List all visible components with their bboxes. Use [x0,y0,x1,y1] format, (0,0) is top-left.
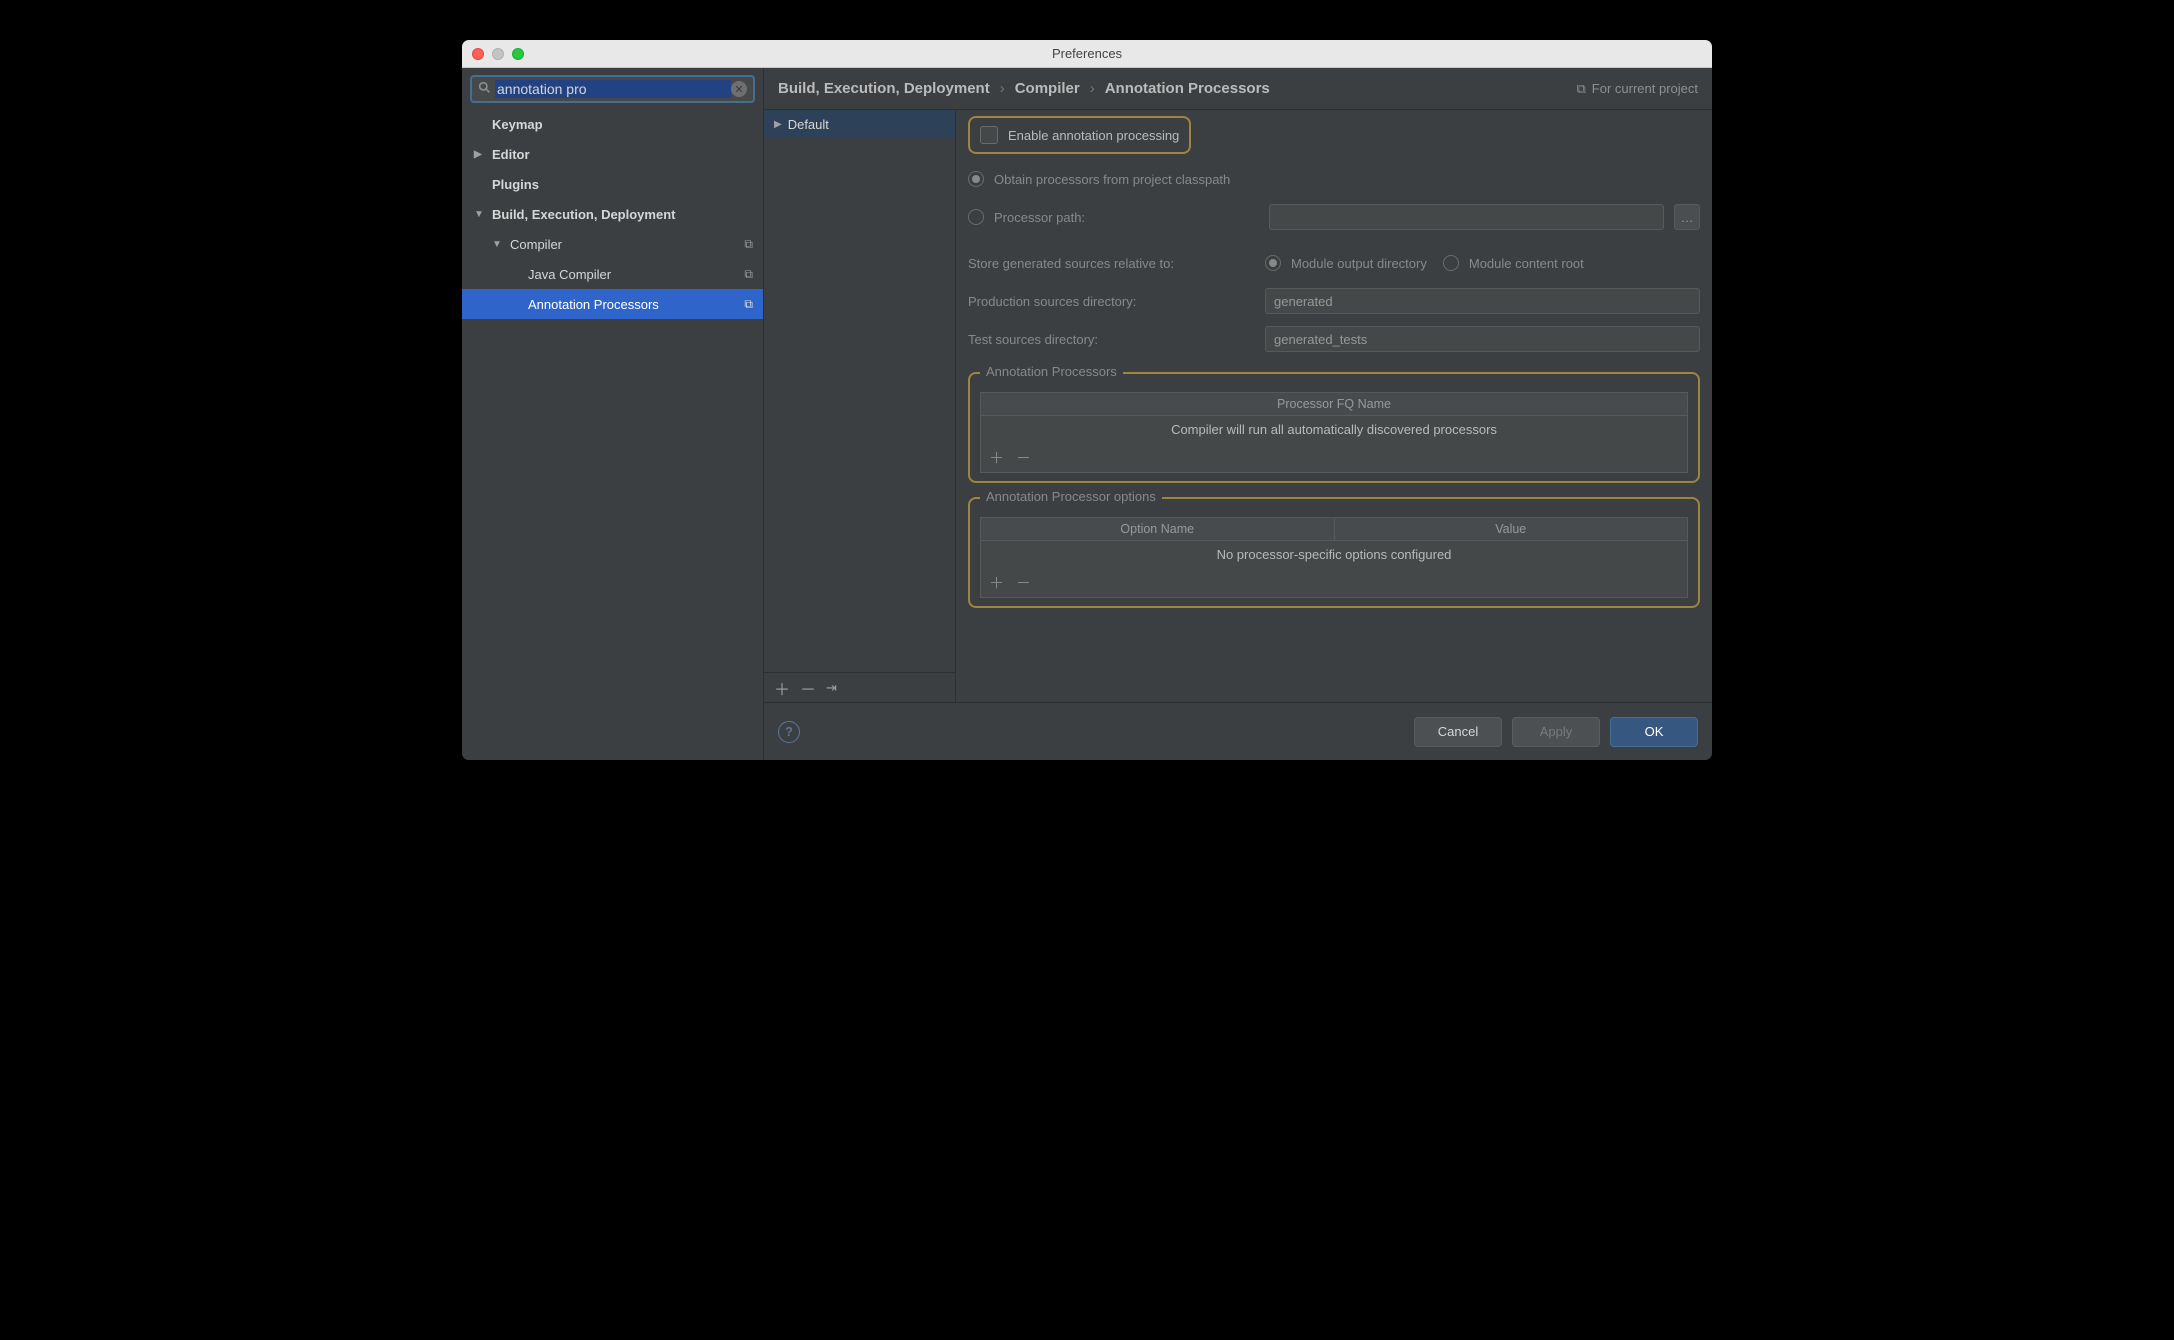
processor-path-field[interactable] [1269,204,1664,230]
options-empty-text: No processor-specific options configured [981,541,1687,568]
enable-annotation-processing-checkbox[interactable] [980,126,998,144]
breadcrumb-item[interactable]: Compiler [1015,80,1080,97]
dialog-footer: ? Cancel Apply OK [764,702,1712,760]
content-row: ▶ Default ＋ － ⇥ Enable annotation proces… [764,110,1712,702]
breadcrumb-item[interactable]: Build, Execution, Deployment [778,80,990,97]
processor-path-row: Processor path: … [968,198,1700,236]
radio-label: Processor path: [994,210,1259,225]
window-minimize-button[interactable] [492,48,504,60]
chevron-right-icon: › [1000,80,1005,97]
fieldset-legend: Annotation Processor options [980,489,1162,504]
module-content-radio[interactable] [1443,255,1459,271]
tree-item-build-execution-deployment[interactable]: ▼ Build, Execution, Deployment [462,199,763,229]
search-box[interactable]: ✕ [470,75,755,103]
radio-label: Obtain processors from project classpath [994,172,1230,187]
profile-item-default[interactable]: ▶ Default [764,110,955,138]
breadcrumb-item-current: Annotation Processors [1105,80,1270,97]
search-input[interactable] [495,80,731,98]
chevron-down-icon: ▼ [474,209,492,220]
preferences-window: Preferences ✕ ▶ Keymap ▶ [462,40,1712,760]
tree-item-editor[interactable]: ▶ Editor [462,139,763,169]
search-icon [478,81,491,97]
move-to-button[interactable]: ⇥ [826,680,837,696]
apply-button[interactable]: Apply [1512,717,1600,747]
settings-tree: ▶ Keymap ▶ Editor ▶ Plugins ▼ Build, Exe… [462,109,763,760]
tree-label: Plugins [492,177,539,192]
profiles-toolbar: ＋ － ⇥ [764,672,955,702]
annotation-processors-fieldset: Annotation Processors Processor FQ Name … [968,372,1700,483]
processors-table: Processor FQ Name Compiler will run all … [980,392,1688,473]
tree-item-compiler[interactable]: ▼ Compiler ⧉ [462,229,763,259]
chevron-right-icon: ▶ [774,119,782,130]
add-profile-button[interactable]: ＋ [774,676,790,700]
project-scope-icon: ⧉ [744,237,753,252]
tree-label: Keymap [492,117,543,132]
table-header-option-name: Option Name [981,518,1335,540]
enable-annotation-processing-row[interactable]: Enable annotation processing [968,116,1191,154]
checkbox-label: Enable annotation processing [1008,128,1179,143]
ok-button[interactable]: OK [1610,717,1698,747]
window-title: Preferences [462,46,1712,61]
traffic-lights [472,48,524,60]
chevron-down-icon: ▼ [492,239,510,250]
processors-empty-text: Compiler will run all automatically disc… [981,416,1687,443]
remove-profile-button[interactable]: － [800,676,816,700]
test-dir-row: Test sources directory: generated_tests [968,320,1700,358]
table-header-processor-fqname: Processor FQ Name [981,393,1687,415]
window-zoom-button[interactable] [512,48,524,60]
scope-hint: ⧉ For current project [1577,81,1699,97]
radio-label: Module content root [1469,256,1584,271]
module-output-radio[interactable] [1265,255,1281,271]
breadcrumb: Build, Execution, Deployment › Compiler … [764,68,1712,110]
profiles-panel: ▶ Default ＋ － ⇥ [764,110,956,702]
tree-item-java-compiler[interactable]: ▶ Java Compiler ⧉ [462,259,763,289]
cancel-button[interactable]: Cancel [1414,717,1502,747]
field-label: Test sources directory: [968,332,1255,347]
chevron-right-icon: ▶ [474,149,492,160]
obtain-from-classpath-row[interactable]: Obtain processors from project classpath [968,160,1700,198]
annotation-processor-options-fieldset: Annotation Processor options Option Name… [968,497,1700,608]
tree-label: Editor [492,147,530,162]
tree-item-plugins[interactable]: ▶ Plugins [462,169,763,199]
options-table: Option Name Value No processor-specific … [980,517,1688,598]
tree-label: Annotation Processors [528,297,659,312]
window-close-button[interactable] [472,48,484,60]
project-scope-icon: ⧉ [744,297,753,312]
table-header-value: Value [1335,518,1688,540]
scope-label: For current project [1592,81,1698,96]
fieldset-legend: Annotation Processors [980,364,1123,379]
search-clear-button[interactable]: ✕ [731,81,747,97]
add-option-button[interactable]: ＋ [989,572,1004,593]
sidebar: ✕ ▶ Keymap ▶ Editor ▶ Plugins ▼ Bu [462,68,764,760]
profile-label: Default [788,117,829,132]
tree-label: Build, Execution, Deployment [492,207,675,222]
remove-option-button[interactable]: － [1016,572,1031,593]
test-dir-field[interactable]: generated_tests [1265,326,1700,352]
settings-panel: Enable annotation processing Obtain proc… [956,110,1712,702]
titlebar: Preferences [462,40,1712,68]
main: Build, Execution, Deployment › Compiler … [764,68,1712,760]
body: ✕ ▶ Keymap ▶ Editor ▶ Plugins ▼ Bu [462,68,1712,760]
remove-processor-button[interactable]: － [1016,447,1031,468]
project-scope-icon: ⧉ [1577,81,1586,97]
tree-item-keymap[interactable]: ▶ Keymap [462,109,763,139]
processor-path-radio[interactable] [968,209,984,225]
store-sources-row: Store generated sources relative to: Mod… [968,244,1700,282]
radio-label: Module output directory [1291,256,1427,271]
project-scope-icon: ⧉ [744,267,753,282]
production-dir-row: Production sources directory: generated [968,282,1700,320]
tree-label: Compiler [510,237,562,252]
help-button[interactable]: ? [778,721,800,743]
tree-label: Java Compiler [528,267,611,282]
field-label: Production sources directory: [968,294,1255,309]
browse-button[interactable]: … [1674,204,1700,230]
chevron-right-icon: › [1090,80,1095,97]
tree-item-annotation-processors[interactable]: ▶ Annotation Processors ⧉ [462,289,763,319]
field-label: Store generated sources relative to: [968,256,1255,271]
add-processor-button[interactable]: ＋ [989,447,1004,468]
production-dir-field[interactable]: generated [1265,288,1700,314]
obtain-from-classpath-radio[interactable] [968,171,984,187]
